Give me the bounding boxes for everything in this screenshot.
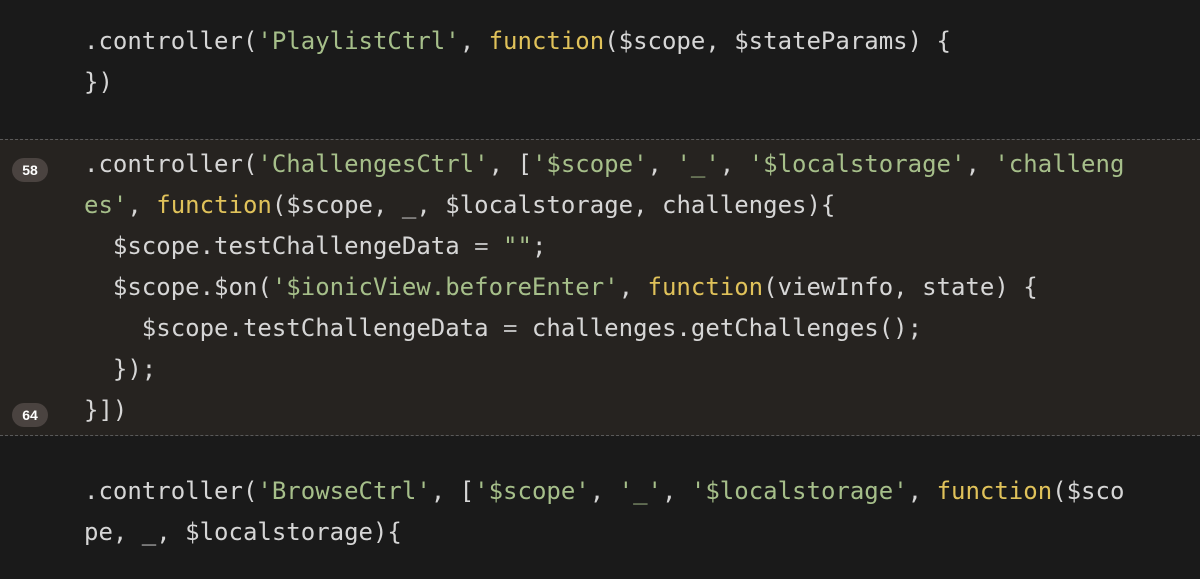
code-token: $scope.testChallengeData bbox=[84, 232, 475, 260]
code-token: , [ bbox=[430, 477, 475, 505]
code-line: }); bbox=[84, 349, 156, 390]
code-token-string: '$localstorage' bbox=[748, 150, 966, 178]
code-token: ($scope, $stateParams) { bbox=[604, 27, 951, 55]
code-token: (viewInfo, state) { bbox=[763, 273, 1038, 301]
code-token: }) bbox=[84, 68, 113, 96]
code-token-operator: = bbox=[474, 232, 489, 260]
code-token: .controller( bbox=[84, 150, 258, 178]
code-token-string: 'ChallengesCtrl' bbox=[257, 150, 489, 178]
code-token-string: '_' bbox=[618, 477, 662, 505]
code-line: }) bbox=[84, 62, 113, 103]
code-token: $scope.testChallengeData bbox=[84, 314, 504, 342]
code-token: , [ bbox=[488, 150, 532, 178]
code-token-string: "" bbox=[503, 232, 532, 260]
code-line: es', function($scope, _, $localstorage, … bbox=[84, 185, 835, 226]
code-token-string: '$ionicView.beforeEnter' bbox=[271, 273, 619, 301]
code-token: ; bbox=[531, 232, 547, 260]
code-token-operator: = bbox=[503, 314, 518, 342]
code-token-string: es' bbox=[84, 191, 128, 219]
code-token: ($scope, _, $localstorage, challenges){ bbox=[271, 191, 836, 219]
code-line: .controller('ChallengesCtrl', ['$scope',… bbox=[84, 144, 1124, 185]
code-token: , bbox=[719, 150, 749, 178]
code-block-bottom: .controller('BrowseCtrl', ['$scope', '_'… bbox=[0, 436, 1200, 579]
code-token-string: 'BrowseCtrl' bbox=[257, 477, 431, 505]
code-line: $scope.testChallengeData = challenges.ge… bbox=[84, 308, 922, 349]
code-line: }]) bbox=[84, 390, 127, 431]
code-token: .controller( bbox=[84, 27, 258, 55]
code-token: , bbox=[647, 150, 677, 178]
line-number-badge-start[interactable]: 58 bbox=[12, 158, 48, 182]
code-line: $scope.testChallengeData = ""; bbox=[84, 226, 547, 267]
code-token: }]) bbox=[84, 396, 128, 424]
code-token-keyword: function bbox=[156, 191, 272, 219]
line-number-badge-end[interactable]: 64 bbox=[12, 403, 48, 427]
code-token-string: '$scope' bbox=[474, 477, 590, 505]
code-line: $scope.$on('$ionicView.beforeEnter', fun… bbox=[84, 267, 1038, 308]
highlighted-code-region: 58 64 .controller('ChallengesCtrl', ['$s… bbox=[0, 139, 1200, 436]
code-line: .controller('BrowseCtrl', ['$scope', '_'… bbox=[84, 471, 1124, 512]
code-token-string: '$scope' bbox=[531, 150, 648, 178]
code-token-keyword: function bbox=[647, 273, 764, 301]
code-token-string: '$localstorage' bbox=[690, 477, 908, 505]
code-token-string: 'challeng bbox=[994, 150, 1125, 178]
code-token-string: 'PlaylistCtrl' bbox=[257, 27, 460, 55]
code-block-top: .controller('PlaylistCtrl', function($sc… bbox=[0, 0, 1200, 139]
code-token: , bbox=[459, 27, 489, 55]
code-token-keyword: function bbox=[936, 477, 1053, 505]
code-token: challenges.getChallenges(); bbox=[517, 314, 923, 342]
code-token: , bbox=[662, 477, 691, 505]
code-line: .controller('PlaylistCtrl', function($sc… bbox=[84, 21, 951, 62]
code-token-keyword: function bbox=[488, 27, 605, 55]
code-line: pe, _, $localstorage){ bbox=[84, 512, 402, 553]
code-token: , bbox=[907, 477, 937, 505]
code-token: pe, _, $localstorage){ bbox=[84, 518, 402, 546]
code-token: $scope.$on( bbox=[84, 273, 272, 301]
code-token-string: '_' bbox=[676, 150, 720, 178]
code-token: ($sco bbox=[1052, 477, 1125, 505]
code-token: , bbox=[618, 273, 648, 301]
code-viewer: .controller('PlaylistCtrl', function($sc… bbox=[0, 0, 1200, 579]
code-token: , bbox=[127, 191, 157, 219]
code-token: }); bbox=[84, 355, 157, 383]
code-token: , bbox=[965, 150, 995, 178]
code-token: .controller( bbox=[84, 477, 258, 505]
code-token: , bbox=[589, 477, 619, 505]
